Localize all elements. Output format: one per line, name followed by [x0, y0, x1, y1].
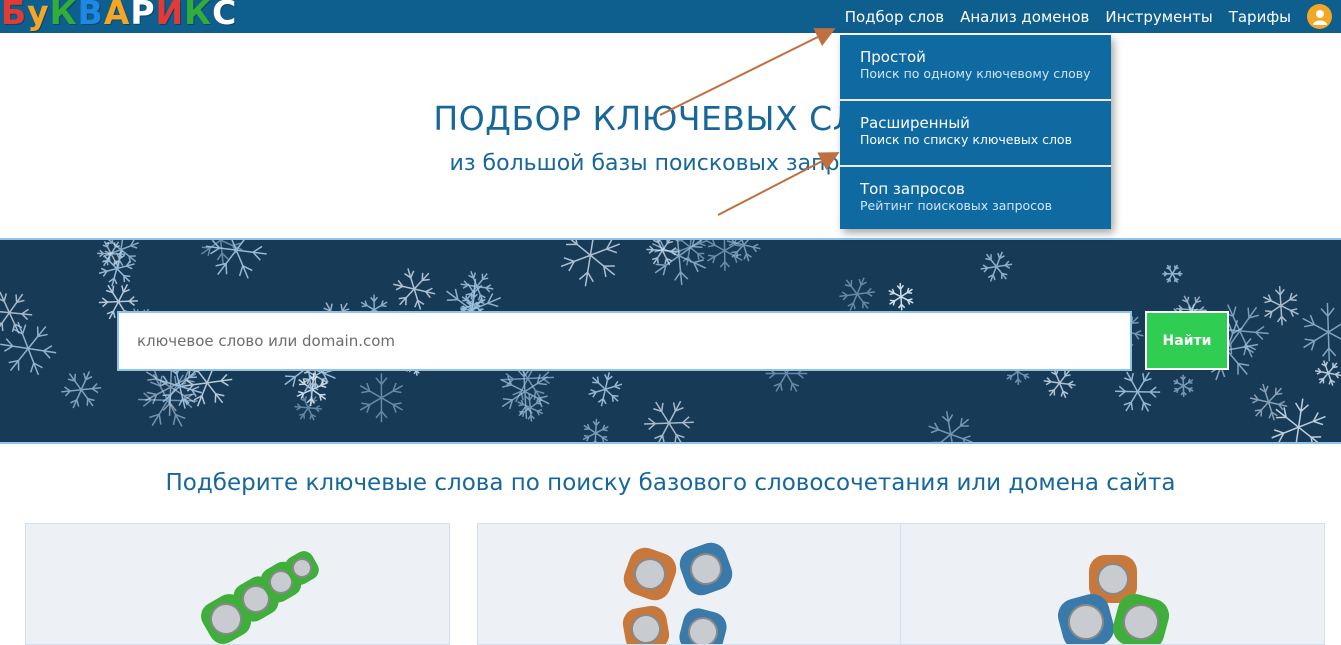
- snowflake: [1044, 368, 1076, 398]
- top-navbar: БуКВАРИКС Подбор слов Анализ доменов Инс…: [0, 0, 1341, 33]
- snowflake: [0, 292, 32, 334]
- logo-letter: у: [26, 0, 49, 33]
- logo-letter: К: [183, 0, 211, 33]
- snowflake: [839, 278, 875, 311]
- dropdown-item-subtitle: Поиск по одному ключевому слову: [860, 66, 1091, 82]
- logo-letter: Б: [0, 0, 26, 33]
- snowflake: [297, 373, 328, 406]
- feature-card-top-queries[interactable]: [900, 523, 1325, 645]
- dropdown-item-title: Топ запросов: [860, 180, 1091, 198]
- logo-letter: С: [211, 0, 236, 33]
- snowflake: [889, 283, 914, 310]
- dropdown-item-title: Расширенный: [860, 114, 1091, 132]
- snowflake: [295, 395, 322, 420]
- snowflake: [644, 401, 694, 442]
- logo-letter: К: [49, 0, 77, 33]
- snowflake: [1250, 384, 1287, 420]
- snowflake: [360, 373, 402, 422]
- logo-letter: Р: [129, 0, 154, 33]
- snowflake: [1115, 372, 1160, 411]
- search-button[interactable]: Найти: [1145, 311, 1229, 370]
- hero-title: ПОДБОР КЛЮЧЕВЫХ СЛОВ: [0, 99, 1341, 138]
- snowflake: [0, 322, 56, 375]
- snowflake: [199, 240, 242, 264]
- feature-card-simple[interactable]: [25, 523, 450, 645]
- snowflake: [206, 240, 267, 278]
- snowflake: [1263, 286, 1298, 325]
- snowflake: [1315, 360, 1341, 385]
- snowflake: [393, 268, 435, 309]
- mixed-tags-icon: [478, 524, 901, 644]
- snowflake: [981, 252, 1013, 282]
- nav-item-tools[interactable]: Инструменты: [1105, 8, 1212, 26]
- logo-letter: В: [77, 0, 103, 33]
- dropdown-item-extended[interactable]: Расширенный Поиск по списку ключевых сло…: [840, 101, 1111, 167]
- dropdown-item-simple[interactable]: Простой Поиск по одному ключевому слову: [840, 35, 1111, 101]
- snowflake: [61, 371, 101, 408]
- snowflake: [1303, 303, 1341, 361]
- stacked-tags-icon: [901, 524, 1324, 644]
- snowflake: [727, 240, 760, 261]
- dropdown-item-subtitle: Поиск по списку ключевых слов: [860, 132, 1091, 148]
- search-input[interactable]: [117, 311, 1132, 371]
- snowflake: [461, 271, 494, 302]
- dropdown-item-subtitle: Рейтинг поисковых запросов: [860, 198, 1091, 214]
- section-heading: Подберите ключевые слова по поиску базов…: [0, 470, 1341, 496]
- snowflake: [1162, 265, 1182, 282]
- dropdown-item-title: Простой: [860, 48, 1091, 66]
- nav-item-pricing[interactable]: Тарифы: [1229, 8, 1291, 26]
- keyword-selection-dropdown: Простой Поиск по одному ключевому слову …: [840, 35, 1111, 229]
- snowflake: [589, 372, 622, 406]
- hero-subtitle: из большой базы поисковых запросов: [0, 151, 1341, 176]
- user-icon[interactable]: [1307, 4, 1332, 29]
- snowflake: [707, 240, 742, 271]
- snowflake: [561, 240, 620, 286]
- snowflake: [1174, 375, 1194, 397]
- nav-item-keyword-selection[interactable]: Подбор слов: [845, 8, 944, 26]
- site-logo[interactable]: БуКВАРИКС: [0, 0, 236, 33]
- snowflake: [583, 419, 608, 442]
- logo-letter: И: [155, 0, 184, 33]
- feature-card-extended[interactable]: [477, 523, 902, 645]
- nav-item-domain-analysis[interactable]: Анализ доменов: [960, 8, 1089, 26]
- logo-letter: А: [103, 0, 130, 33]
- main-nav: Подбор слов Анализ доменов Инструменты Т…: [829, 0, 1291, 33]
- green-tags-icon: [26, 524, 449, 644]
- dropdown-item-top-queries[interactable]: Топ запросов Рейтинг поисковых запросов: [840, 167, 1111, 229]
- snowflake: [929, 411, 973, 442]
